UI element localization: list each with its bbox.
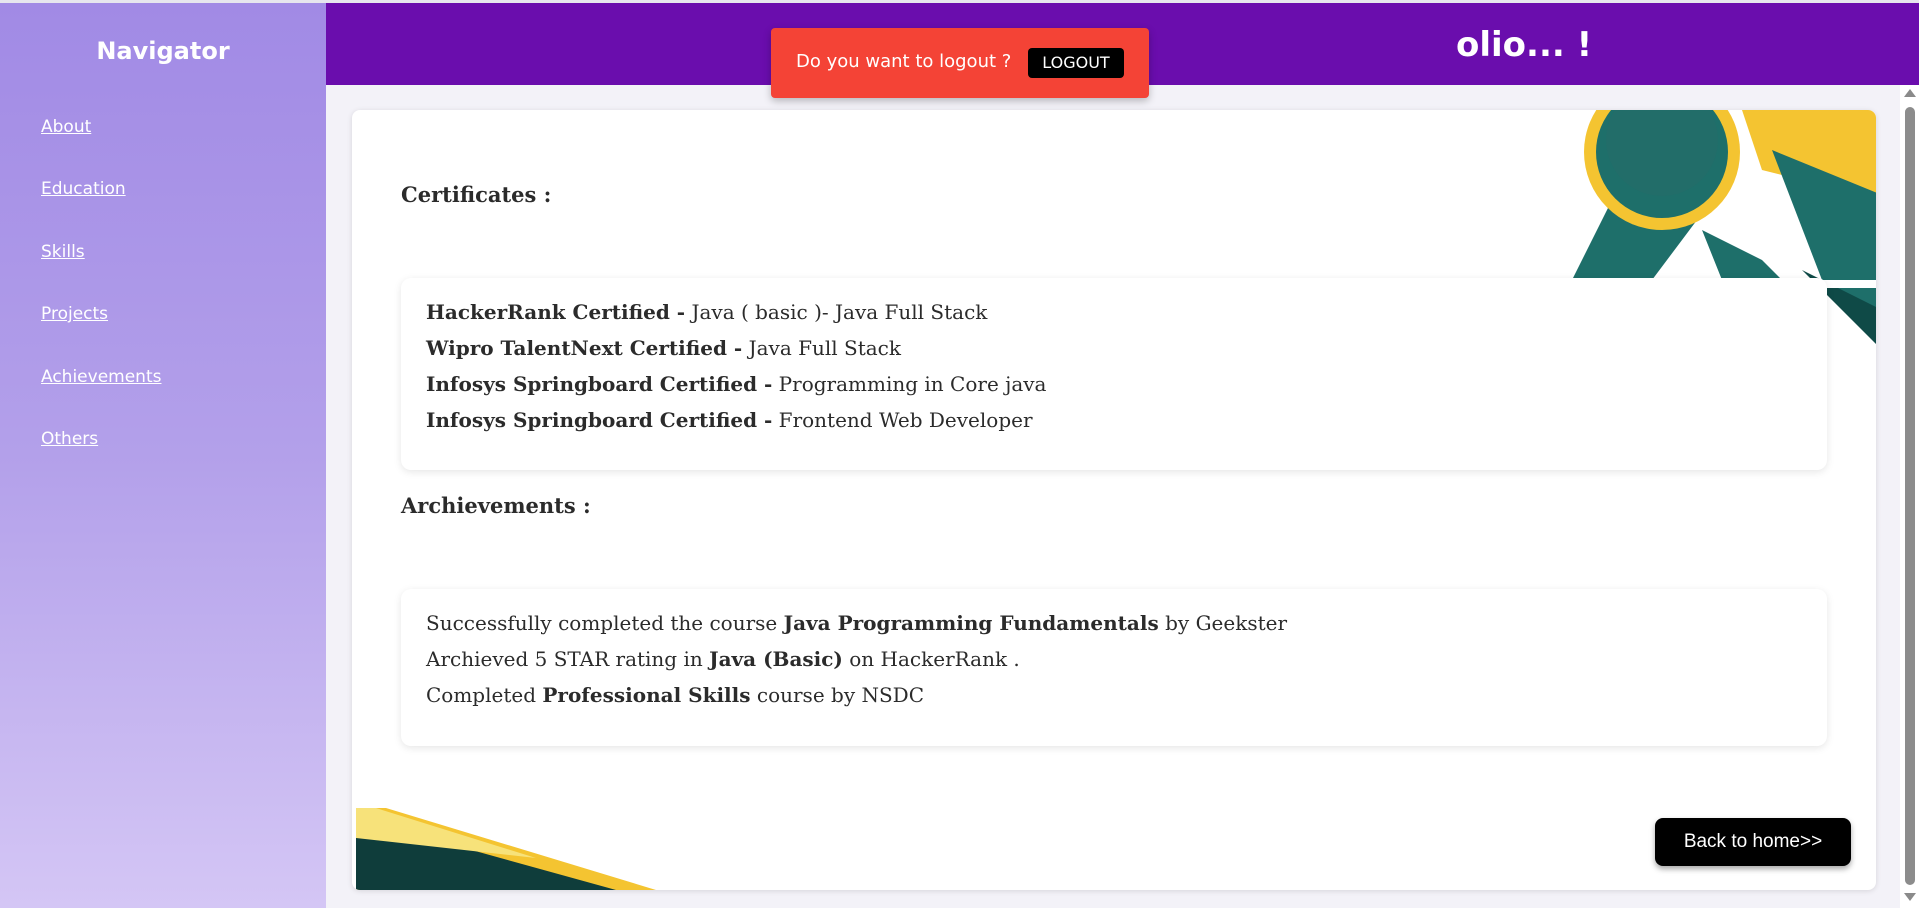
nav-link-achievements[interactable]: Achievements (41, 367, 161, 387)
nav-link-about[interactable]: About (41, 117, 91, 137)
logout-toast: Do you want to logout ? LOGOUT (771, 28, 1149, 98)
certificate-item: HackerRank Certified - Java ( basic )- J… (426, 300, 987, 324)
certificate-item: Infosys Springboard Certified - Frontend… (426, 408, 1033, 432)
achievements-heading: Archievements : (401, 493, 591, 518)
sidebar: Navigator About Education Skills Project… (0, 3, 326, 908)
achievement-text: course by NSDC (750, 683, 925, 707)
certificate-title: Infosys Springboard Certified - (426, 372, 773, 396)
achievement-text: Successfully completed the course (426, 611, 784, 635)
achievement-highlight: Java Programming Fundamentals (783, 611, 1159, 635)
logout-prompt: Do you want to logout ? (796, 51, 1012, 72)
scroll-down-arrow-icon[interactable] (1904, 893, 1916, 901)
certificate-item: Infosys Springboard Certified - Programm… (426, 372, 1046, 396)
nav-link-others[interactable]: Others (41, 429, 98, 449)
nav-link-education[interactable]: Education (41, 179, 126, 199)
achievement-text: by Geekster (1158, 611, 1288, 635)
achievement-highlight: Java (Basic) (709, 647, 843, 671)
page-title: olio... ! (1456, 25, 1593, 65)
certificate-title: Wipro TalentNext Certified - (426, 336, 743, 360)
vertical-scrollbar[interactable] (1900, 85, 1919, 908)
back-to-home-button[interactable]: Back to home>> (1655, 818, 1851, 866)
certificates-box: HackerRank Certified - Java ( basic )- J… (401, 278, 1827, 470)
certificate-detail: Java ( basic )- Java Full Stack (685, 300, 988, 324)
scrollbar-thumb[interactable] (1905, 107, 1915, 885)
nav-link-skills[interactable]: Skills (41, 242, 85, 262)
achievement-highlight: Professional Skills (542, 683, 751, 707)
achievement-item: Archieved 5 STAR rating in Java (Basic) … (426, 647, 1020, 671)
certificate-detail: Programming in Core java (772, 372, 1047, 396)
logout-button[interactable]: LOGOUT (1028, 48, 1124, 78)
certificates-heading: Certificates : (401, 182, 552, 207)
achievement-item: Successfully completed the course Java P… (426, 611, 1287, 635)
achievement-text: Archieved 5 STAR rating in (426, 647, 710, 671)
ribbon-bottom-decoration (356, 808, 656, 890)
certificate-detail: Frontend Web Developer (772, 408, 1033, 432)
page: Navigator About Education Skills Project… (0, 0, 1919, 908)
content-card: Certificates : HackerRank Certified - Ja… (352, 110, 1876, 890)
certificate-detail: Java Full Stack (742, 336, 902, 360)
scroll-up-arrow-icon[interactable] (1904, 89, 1916, 97)
achievement-item: Completed Professional Skills course by … (426, 683, 924, 707)
achievement-text: on HackerRank . (842, 647, 1020, 671)
achievements-box: Successfully completed the course Java P… (401, 589, 1827, 746)
achievement-text: Completed (426, 683, 543, 707)
nav-link-projects[interactable]: Projects (41, 304, 108, 324)
sidebar-title: Navigator (96, 37, 230, 65)
certificate-title: Infosys Springboard Certified - (426, 408, 773, 432)
certificate-title: HackerRank Certified - (426, 300, 686, 324)
certificate-item: Wipro TalentNext Certified - Java Full S… (426, 336, 901, 360)
